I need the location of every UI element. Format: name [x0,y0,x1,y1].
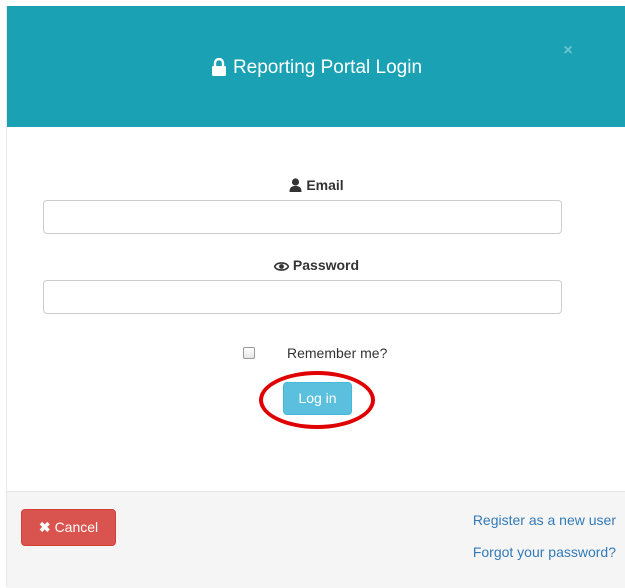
x-icon: ✖ [38,519,51,535]
login-button[interactable]: Log in [283,382,352,415]
password-label-text: Password [292,257,360,273]
cancel-button-label: Cancel [54,519,99,535]
register-link[interactable]: Register as a new user [473,512,616,528]
login-modal: Reporting Portal Login × Email Password … [6,6,625,588]
close-button[interactable]: × [559,42,577,60]
remember-me-checkbox[interactable] [243,347,255,359]
password-label: Password [7,257,625,273]
modal-title: Reporting Portal Login [7,56,625,83]
email-label-text: Email [306,177,344,193]
cancel-button[interactable]: ✖ Cancel [21,509,116,546]
user-icon [289,178,302,192]
remember-me-row: Remember me? [7,344,625,364]
forgot-password-link[interactable]: Forgot your password? [473,544,616,560]
modal-body: Email Password Remember me? Log in [7,127,625,491]
email-label: Email [7,177,625,193]
email-input[interactable] [43,200,562,234]
password-input[interactable] [43,280,562,314]
lock-icon [211,57,227,83]
remember-me-label[interactable]: Remember me? [287,345,387,361]
modal-title-text: Reporting Portal Login [232,57,423,78]
eye-icon [273,262,289,271]
modal-footer: ✖ Cancel Register as a new user Forgot yo… [7,491,625,588]
modal-header: Reporting Portal Login × [7,6,625,127]
